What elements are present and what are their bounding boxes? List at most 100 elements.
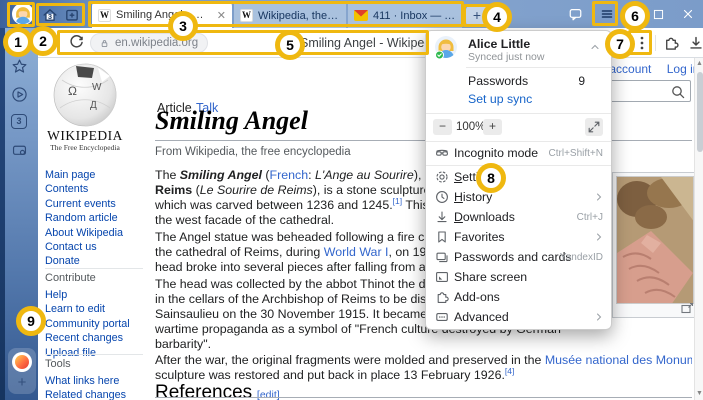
media-rail-button[interactable] [11,86,28,103]
profile-avatar-button[interactable] [12,3,34,25]
tab-title: 411 · Inbox — Yandex Mail [373,10,456,22]
menu-item-advanced[interactable]: Advanced [426,307,611,327]
profile-row[interactable]: Alice Little Synced just now [426,35,611,65]
menu-item-downloads[interactable]: Downloads Ctrl+J [426,207,611,227]
chevron-up-icon[interactable] [589,41,601,53]
wikipedia-globe-logo[interactable]: Ω W Д [52,62,118,128]
enlarge-icon[interactable] [681,303,694,314]
scrollbar-thumb[interactable] [697,72,703,152]
text-line: sculpture was restored and put back in p… [155,368,692,383]
menu-item-passwords-cards[interactable]: Passwords and cards YandexID [426,247,611,267]
bookmark-icon [434,229,450,245]
chevron-right-icon [593,231,605,243]
text-segment: ( [262,168,270,182]
sidebar-link[interactable]: Current events [45,197,151,211]
new-tab-group-button[interactable] [62,5,82,24]
zoom-in-button[interactable]: + [483,119,502,135]
maximize-icon [652,8,665,21]
rail-add-button[interactable]: + [8,374,36,391]
menu-divider [426,165,611,166]
menu-item-label: Incognito mode [454,146,538,160]
video-call-rail-button[interactable] [11,142,28,159]
zoom-out-button[interactable]: − [433,119,452,135]
svg-text:Ω: Ω [68,84,77,98]
bookmarks-rail-button[interactable] [11,58,28,75]
text-segment: L'Ange au Sourire [315,168,414,182]
reload-button[interactable] [68,34,85,51]
wiki-contribute-links: HelpLearn to editCommunity portalRecent … [45,288,151,360]
sidebar-link[interactable]: Contact us [45,240,151,254]
puzzle-icon [662,34,680,52]
download-icon [434,209,450,225]
home-button[interactable]: 3 [40,5,60,24]
scroll-up-icon[interactable]: ▲ [696,60,703,68]
yandex-launcher[interactable]: + [8,348,36,394]
callout-4: 4 [482,2,512,32]
article-paragraph: After the war, the original fragments we… [155,353,692,383]
text-segment: After the war, the original fragments we… [155,353,545,367]
reference-link[interactable]: [1] [393,198,402,206]
share-screen-icon [434,269,450,285]
sidebar-link[interactable]: About Wikipedia [45,226,151,240]
article-link[interactable]: Musée national des Monuments Français [545,353,692,367]
menu-item-favorites[interactable]: Favorites [426,227,611,247]
article-infobox [612,172,698,318]
menu-item-incognito[interactable]: Incognito mode Ctrl+Shift+N [426,143,611,163]
download-icon [687,34,703,52]
menu-item-history[interactable]: History [426,187,611,207]
sidebar-link[interactable]: Contents [45,182,151,196]
page-scrollbar[interactable]: ▲ ▼ [694,58,703,400]
menu-item-label: Add-ons [454,290,500,304]
article-link[interactable]: French [270,168,309,182]
wiki-tools-links: What links hereRelated changesSpecial pa… [45,374,151,400]
extensions-button[interactable] [662,34,680,52]
smiling-angel-thumbnail[interactable] [616,176,694,304]
wiki-nav-links: Main pageContentsCurrent eventsRandom ar… [45,168,151,269]
menu-item-settings[interactable]: Settings [426,167,611,187]
sidebar-link[interactable]: Main page [45,168,151,182]
page-title: Smiling Angel - Wikipedia [300,36,441,50]
tab-yandex-mail[interactable]: 411 · Inbox — Yandex Mail [348,3,462,28]
sidebar-divider [45,268,143,269]
callout-7: 7 [605,29,635,59]
scroll-down-icon[interactable]: ▼ [696,390,703,398]
tab-wikipedia-home[interactable]: W Wikipedia, the free encyclopedia [234,3,346,28]
sidebar-link[interactable]: Related changes [45,388,151,400]
callout-6: 6 [620,1,650,31]
page-actions-button[interactable] [633,34,651,52]
edit-link[interactable]: [edit] [257,389,280,400]
sidebar-link[interactable]: Learn to edit [45,302,151,316]
menu-item-addons[interactable]: Add-ons [426,287,611,307]
setup-sync-link[interactable]: Set up sync [468,92,532,106]
sync-status: Synced just now [468,51,544,63]
maximize-button[interactable] [649,5,667,23]
close-button[interactable] [679,5,697,23]
toolbar-divider [655,35,656,51]
menu-item-passwords[interactable]: Passwords 9 [426,71,611,91]
tab-list-rail-button[interactable]: 3 [11,114,28,131]
sidebar-link[interactable]: Recent changes [45,331,151,345]
downloads-button[interactable] [687,34,703,52]
tab-close-icon[interactable]: ✕ [217,9,226,22]
sidebar-link[interactable]: What links here [45,374,151,388]
fullscreen-button[interactable] [585,118,603,136]
wikipedia-wordmark: WIKIPEDIA [42,128,128,144]
article-link[interactable]: World War I [324,245,389,259]
zoom-level: 100% [456,121,485,133]
sidebar-link[interactable]: Community portal [45,317,151,331]
yandex-browser-logo [12,352,32,372]
sidebar-link[interactable]: Donate [45,254,151,268]
reference-link[interactable]: [4] [505,368,514,376]
text-segment: Reims [155,183,192,197]
callout-8: 8 [476,163,506,193]
sidebar-link[interactable]: Random article [45,211,151,225]
menu-item-share-screen[interactable]: Share screen [426,267,611,287]
title-bar: 3 W Smiling Angel - Wikipedia ✕ W Wikipe… [0,0,703,28]
notifications-button[interactable] [566,5,584,23]
tools-header: Tools [45,358,71,370]
menu-item-label: Advanced [454,310,509,324]
browser-menu-button[interactable] [596,3,618,25]
tab-smiling-angel[interactable]: W Smiling Angel - Wikipedia ✕ [92,2,232,28]
sidebar-link[interactable]: Help [45,288,151,302]
shortcut-label: Ctrl+Shift+N [549,148,603,159]
